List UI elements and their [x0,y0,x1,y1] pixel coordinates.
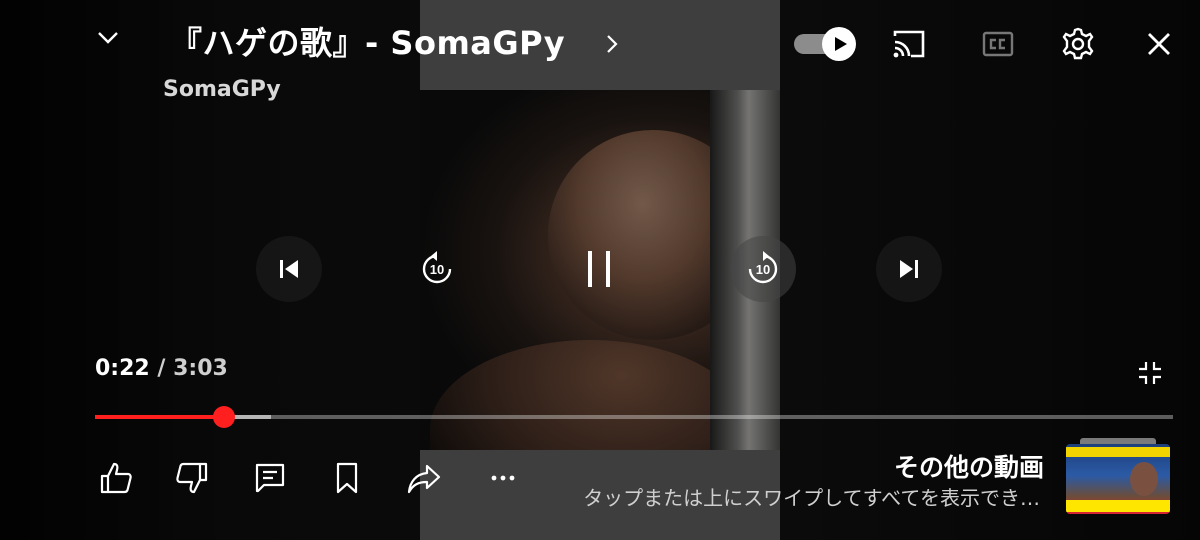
svg-text:10: 10 [430,262,444,277]
like-button[interactable] [96,458,136,498]
played-bar [95,415,225,419]
skip-next-icon [900,260,918,278]
more-actions-button[interactable] [483,458,523,498]
next-button[interactable] [876,236,942,302]
pause-icon [588,251,610,287]
gear-icon[interactable] [1060,26,1096,62]
svg-text:10: 10 [756,262,770,277]
channel-name[interactable]: SomaGPy [163,77,281,102]
pause-button[interactable] [566,236,632,302]
forward-10-icon: 10 [748,251,778,284]
fullscreen-exit-icon[interactable] [1137,360,1163,386]
seek-bar[interactable] [95,406,1173,428]
current-time: 0:22 [95,356,150,381]
cast-icon[interactable] [891,28,927,60]
thumbs-up-icon [100,462,132,494]
comments-button[interactable] [250,458,290,498]
autoplay-play-icon [835,37,847,51]
more-horizontal-icon [491,475,515,481]
close-icon[interactable] [1145,30,1173,58]
time-separator: / [149,356,174,381]
bookmark-icon [336,462,358,494]
share-icon [407,464,441,494]
duration: 3:03 [173,356,228,381]
time-display: 0:22 / 3:03 [95,356,228,381]
more-videos-title[interactable]: その他の動画 [894,448,1044,484]
chevron-right-icon[interactable] [602,32,622,56]
dislike-button[interactable] [172,458,212,498]
more-videos-hint[interactable]: タップまたは上にスワイプしてすべてを表示でき… [583,482,1040,511]
autoplay-toggle[interactable] [794,27,856,61]
previous-button[interactable] [256,236,322,302]
save-button[interactable] [327,458,367,498]
share-button[interactable] [404,458,444,498]
thumbs-down-icon [176,462,208,494]
comment-icon [255,463,285,493]
chevron-down-icon[interactable] [96,26,120,50]
forward-button[interactable]: 10 [730,236,796,302]
cc-icon[interactable] [982,30,1014,58]
replay-10-icon: 10 [422,251,452,284]
rewind-button[interactable]: 10 [404,236,470,302]
skip-previous-icon [280,260,298,278]
more-videos-thumbnail[interactable] [1066,438,1170,514]
video-title[interactable]: 『ハゲの歌』- SomaGPy [170,18,565,64]
